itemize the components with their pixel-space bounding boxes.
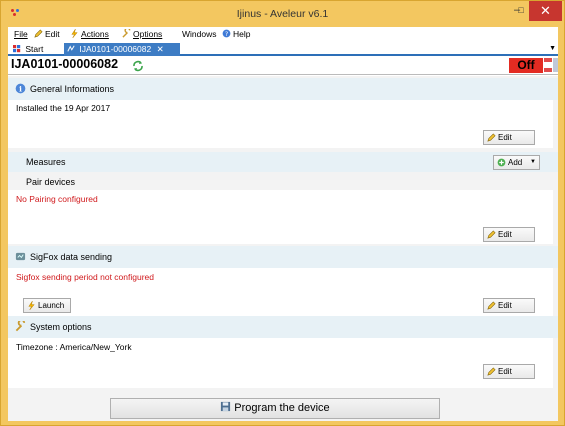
svg-text:?: ? xyxy=(225,31,228,38)
sigfox-launch-button[interactable]: Launch xyxy=(23,298,71,313)
general-section-title: General Informations xyxy=(30,84,115,94)
menu-help[interactable]: ? Help xyxy=(222,29,250,39)
system-panel: Timezone : America/New_York Edit xyxy=(8,338,553,388)
wrench-icon xyxy=(122,29,131,38)
device-title: IJA0101-00006082 xyxy=(11,57,119,71)
close-tab-icon[interactable]: ✕ xyxy=(157,44,164,54)
sigfox-panel: Sigfox sending period not configured Lau… xyxy=(8,268,553,318)
pair-edit-button[interactable]: Edit xyxy=(483,227,535,242)
sigfox-section-header: SigFox data sending xyxy=(8,246,558,268)
client-area: File Edit Actions Options Windows ? Help … xyxy=(8,27,558,421)
lightning-icon xyxy=(28,301,35,310)
measures-add-button[interactable]: Add ▼ xyxy=(493,155,540,170)
maximize-button[interactable]: □ xyxy=(513,1,529,21)
pencil-icon xyxy=(487,230,496,239)
chevron-down-icon: ▼ xyxy=(530,159,536,165)
svg-text:i: i xyxy=(19,84,22,93)
general-edit-button[interactable]: Edit xyxy=(483,130,535,145)
measures-section-header: Measures Add ▼ xyxy=(8,152,558,172)
lightning-icon xyxy=(71,29,78,38)
menu-windows[interactable]: Windows xyxy=(182,29,216,39)
program-device-button[interactable]: Program the device xyxy=(110,398,440,419)
main-content: i General Informations Installed the 19 … xyxy=(8,76,558,421)
installed-date: Installed the 19 Apr 2017 xyxy=(16,103,111,113)
sigfox-edit-button[interactable]: Edit xyxy=(483,298,535,313)
menu-file[interactable]: File xyxy=(14,29,28,39)
menu-actions[interactable]: Actions xyxy=(70,29,109,39)
pencil-icon xyxy=(487,301,496,310)
pencil-icon xyxy=(487,367,496,376)
pencil-icon xyxy=(34,29,43,38)
general-section-header: i General Informations xyxy=(8,78,558,100)
tab-bar: Start IJA0101-00006082 ✕ ▼ xyxy=(8,42,558,56)
system-section-header: System options xyxy=(8,316,558,338)
pair-status: No Pairing configured xyxy=(16,194,98,204)
help-icon: ? xyxy=(222,29,231,38)
pair-section-header: Pair devices xyxy=(8,174,558,190)
window-title: Ijinus - Aveleur v6.1 xyxy=(236,8,329,20)
wrench-icon xyxy=(15,321,26,332)
tab-start[interactable]: Start xyxy=(10,43,60,56)
sigfox-status: Sigfox sending period not configured xyxy=(16,272,154,282)
device-tab-icon xyxy=(67,45,75,52)
menu-options[interactable]: Options xyxy=(122,29,162,39)
pair-title: Pair devices xyxy=(26,177,76,187)
pencil-icon xyxy=(487,133,496,142)
save-icon xyxy=(221,401,231,412)
sigfox-title: SigFox data sending xyxy=(30,252,113,262)
tab-device[interactable]: IJA0101-00006082 ✕ xyxy=(64,43,180,56)
flag-icon xyxy=(544,58,552,72)
general-panel: Installed the 19 Apr 2017 Edit xyxy=(8,100,553,148)
refresh-icon[interactable] xyxy=(132,60,144,72)
title-bar[interactable]: Ijinus - Aveleur v6.1 – □ ✕ xyxy=(1,1,564,27)
device-header: IJA0101-00006082 Off xyxy=(8,56,558,75)
tab-overflow-icon[interactable]: ▼ xyxy=(549,45,556,52)
system-edit-button[interactable]: Edit xyxy=(483,364,535,379)
flag-icon-2 xyxy=(553,58,558,72)
pair-panel: No Pairing configured Edit xyxy=(8,190,553,244)
sigfox-icon xyxy=(15,252,26,261)
app-window: Ijinus - Aveleur v6.1 – □ ✕ File Edit Ac… xyxy=(0,0,565,426)
menu-edit[interactable]: Edit xyxy=(34,29,60,39)
start-icon xyxy=(13,45,21,53)
timezone-value: Timezone : America/New_York xyxy=(16,342,132,352)
measures-title: Measures xyxy=(26,157,66,167)
info-icon: i xyxy=(15,83,26,94)
status-badge: Off xyxy=(509,58,543,73)
add-icon xyxy=(497,158,506,167)
menu-bar: File Edit Actions Options Windows ? Help xyxy=(8,27,558,42)
system-title: System options xyxy=(30,322,92,332)
close-button[interactable]: ✕ xyxy=(529,1,562,21)
